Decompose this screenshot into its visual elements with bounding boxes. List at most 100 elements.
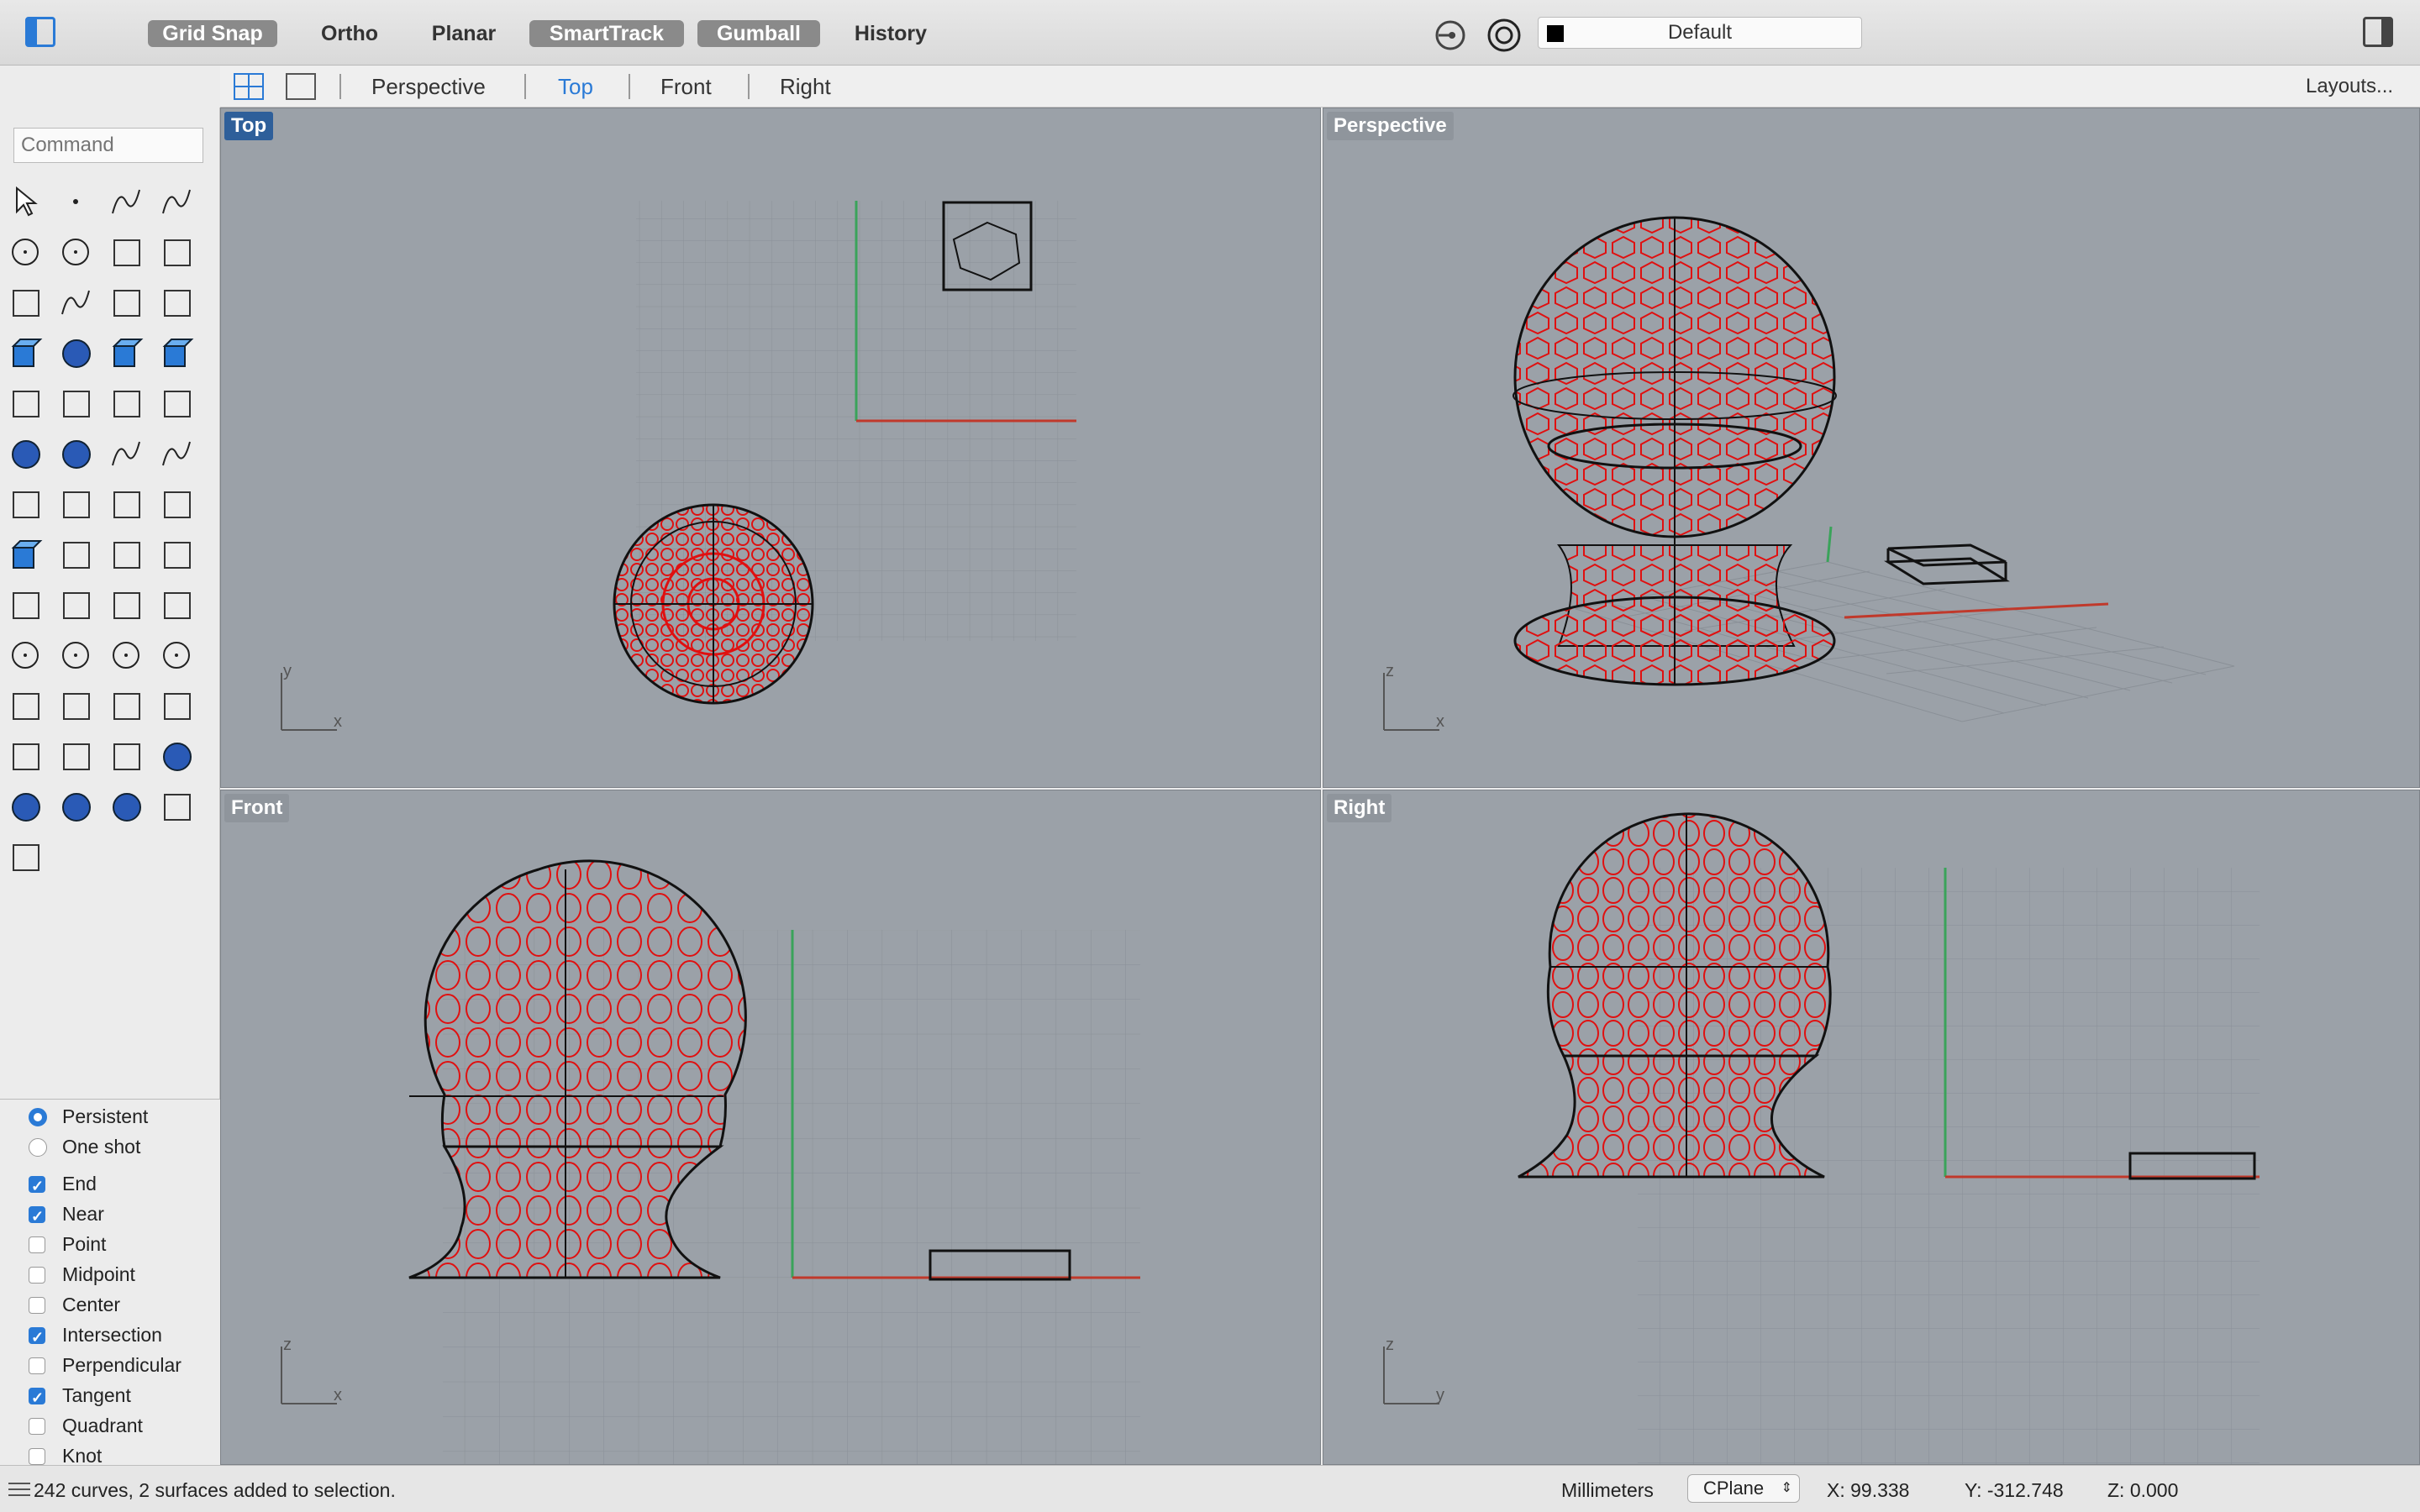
tool-shaded-sphere-icon[interactable] bbox=[108, 788, 146, 827]
tool-surface-sweep-icon[interactable] bbox=[158, 284, 197, 323]
tab-perspective[interactable]: Perspective bbox=[371, 72, 486, 101]
tool-block-icon[interactable] bbox=[7, 838, 45, 877]
axis-indicator bbox=[281, 1347, 337, 1404]
tool-named-views-icon[interactable] bbox=[158, 687, 197, 726]
tool-boolean-union-icon[interactable] bbox=[7, 435, 45, 474]
units-label[interactable]: Millimeters bbox=[1561, 1479, 1654, 1502]
tool-offset-curve-icon[interactable] bbox=[158, 435, 197, 474]
osnap-target-icon[interactable] bbox=[1486, 17, 1523, 54]
history-button[interactable]: History bbox=[840, 20, 941, 47]
viewport-title-perspective[interactable]: Perspective bbox=[1327, 112, 1454, 140]
status-bar: 242 curves, 2 surfaces added to selectio… bbox=[0, 1465, 2420, 1512]
tool-zoom-in-icon[interactable] bbox=[7, 637, 45, 675]
tool-render-cone-icon[interactable] bbox=[158, 788, 197, 827]
tool-zoom-extents-icon[interactable] bbox=[108, 637, 146, 675]
osnap-center-checkbox[interactable]: Center bbox=[29, 1291, 120, 1318]
tool-select-arrow-icon[interactable] bbox=[7, 183, 45, 222]
command-input[interactable] bbox=[13, 128, 203, 163]
tool-surface-edit-icon[interactable] bbox=[108, 284, 146, 323]
tool-box-icon[interactable] bbox=[7, 334, 45, 373]
osnap-tangent-checkbox[interactable]: Tangent bbox=[29, 1382, 131, 1411]
tool-extend-icon[interactable] bbox=[158, 385, 197, 423]
tool-dimension-icon[interactable] bbox=[57, 536, 96, 575]
osnap-persistent-radio[interactable]: Persistent bbox=[29, 1103, 148, 1130]
tool-extrude-surface-icon[interactable] bbox=[158, 334, 197, 373]
tool-rotate-curve-icon[interactable] bbox=[108, 435, 146, 474]
tool-boolean-spheres-group-icon[interactable] bbox=[57, 435, 96, 474]
tool-light-icon[interactable] bbox=[7, 738, 45, 776]
ortho-button[interactable]: Ortho bbox=[308, 20, 392, 47]
layouts-button[interactable]: Layouts... bbox=[2306, 72, 2393, 101]
tool-trim-icon[interactable] bbox=[108, 385, 146, 423]
single-viewport-icon[interactable] bbox=[284, 71, 318, 102]
tool-circle-icon[interactable] bbox=[7, 234, 45, 272]
box-object bbox=[1884, 543, 2010, 585]
osnap-one-shot-radio[interactable]: One shot bbox=[29, 1133, 140, 1160]
tool-rotate-view-icon[interactable] bbox=[7, 687, 45, 726]
layer-dropdown[interactable]: Default bbox=[1538, 17, 1862, 49]
tool-solid-box-blue-icon[interactable] bbox=[7, 536, 45, 575]
tool-array-icon[interactable] bbox=[108, 486, 146, 524]
tool-transform-icon[interactable] bbox=[158, 536, 197, 575]
tool-paint-icon[interactable] bbox=[158, 586, 197, 625]
planar-button[interactable]: Planar bbox=[420, 20, 508, 47]
osnap-intersection-checkbox[interactable]: Intersection bbox=[29, 1321, 162, 1351]
tool-grid-plane-icon[interactable] bbox=[108, 687, 146, 726]
osnap-label: Quadrant bbox=[62, 1415, 143, 1436]
tool-wireframe-sphere-icon[interactable] bbox=[7, 788, 45, 827]
tool-boolean-spheres-icon[interactable] bbox=[57, 334, 96, 373]
viewport-title-front[interactable]: Front bbox=[224, 794, 290, 822]
record-history-icon[interactable] bbox=[1434, 18, 1467, 52]
tool-grid-array-icon[interactable] bbox=[108, 536, 146, 575]
tab-front[interactable]: Front bbox=[660, 72, 712, 101]
tool-curve-icon[interactable] bbox=[158, 183, 197, 222]
osnap-end-checkbox[interactable]: End bbox=[29, 1170, 97, 1200]
tool-color-wheel-icon[interactable] bbox=[158, 738, 197, 776]
tool-zoom-window-icon[interactable] bbox=[57, 637, 96, 675]
tool-cylinder-icon[interactable] bbox=[108, 334, 146, 373]
tool-rectangle-icon[interactable] bbox=[158, 234, 197, 272]
tool-fillet-curve-icon[interactable] bbox=[57, 284, 96, 323]
tool-point-icon[interactable] bbox=[57, 183, 96, 222]
tab-top[interactable]: Top bbox=[558, 72, 593, 101]
viewport-right[interactable]: z y Right bbox=[1323, 790, 2420, 1465]
tool-ghosted-sphere-icon[interactable] bbox=[57, 788, 96, 827]
tool-text-icon[interactable] bbox=[7, 486, 45, 524]
tool-polygon-icon[interactable] bbox=[7, 284, 45, 323]
chevron-updown-icon: ⇕ bbox=[1781, 1481, 1792, 1495]
four-viewports-icon[interactable] bbox=[232, 71, 266, 102]
tool-orient-icon[interactable] bbox=[158, 486, 197, 524]
menu-lines-icon[interactable] bbox=[8, 1481, 30, 1498]
smarttrack-button[interactable]: SmartTrack bbox=[529, 20, 684, 47]
osnap-perpendicular-checkbox[interactable]: Perpendicular bbox=[29, 1352, 182, 1378]
osnap-knot-checkbox[interactable]: Knot bbox=[29, 1442, 102, 1465]
tool-split-icon[interactable] bbox=[57, 385, 96, 423]
tool-polygon-line-icon[interactable] bbox=[108, 234, 146, 272]
tool-explode-icon[interactable] bbox=[7, 385, 45, 423]
tool-check-icon[interactable] bbox=[57, 586, 96, 625]
gumball-button[interactable]: Gumball bbox=[697, 20, 820, 47]
tool-polyline-icon[interactable] bbox=[108, 183, 146, 222]
cplane-dropdown[interactable]: CPlane ⇕ bbox=[1687, 1474, 1800, 1503]
tool-zoom-selected-icon[interactable] bbox=[158, 637, 197, 675]
tool-shell-icon[interactable] bbox=[108, 586, 146, 625]
tool-loft-icon[interactable] bbox=[7, 586, 45, 625]
tool-lock-icon[interactable] bbox=[57, 738, 96, 776]
osnap-quadrant-checkbox[interactable]: Quadrant bbox=[29, 1412, 143, 1439]
right-sidebar-toggle-icon[interactable] bbox=[2363, 17, 2393, 47]
tab-right[interactable]: Right bbox=[780, 72, 831, 101]
tool-car-icon[interactable] bbox=[57, 687, 96, 726]
viewport-front[interactable]: z x Front bbox=[220, 790, 1321, 1465]
viewport-title-right[interactable]: Right bbox=[1327, 794, 1392, 822]
tool-layer-icon[interactable] bbox=[108, 738, 146, 776]
osnap-midpoint-checkbox[interactable]: Midpoint bbox=[29, 1261, 135, 1288]
tool-scale-icon[interactable] bbox=[57, 486, 96, 524]
osnap-point-checkbox[interactable]: Point bbox=[29, 1231, 106, 1257]
viewport-top[interactable]: y x Top bbox=[220, 108, 1321, 788]
viewport-title-top[interactable]: Top bbox=[224, 112, 274, 140]
grid-snap-button[interactable]: Grid Snap bbox=[148, 20, 277, 47]
left-sidebar-toggle-icon[interactable] bbox=[25, 17, 55, 47]
tool-ellipse-icon[interactable] bbox=[57, 234, 96, 272]
viewport-perspective[interactable]: z x Perspective bbox=[1323, 108, 2420, 788]
osnap-near-checkbox[interactable]: Near bbox=[29, 1200, 104, 1230]
